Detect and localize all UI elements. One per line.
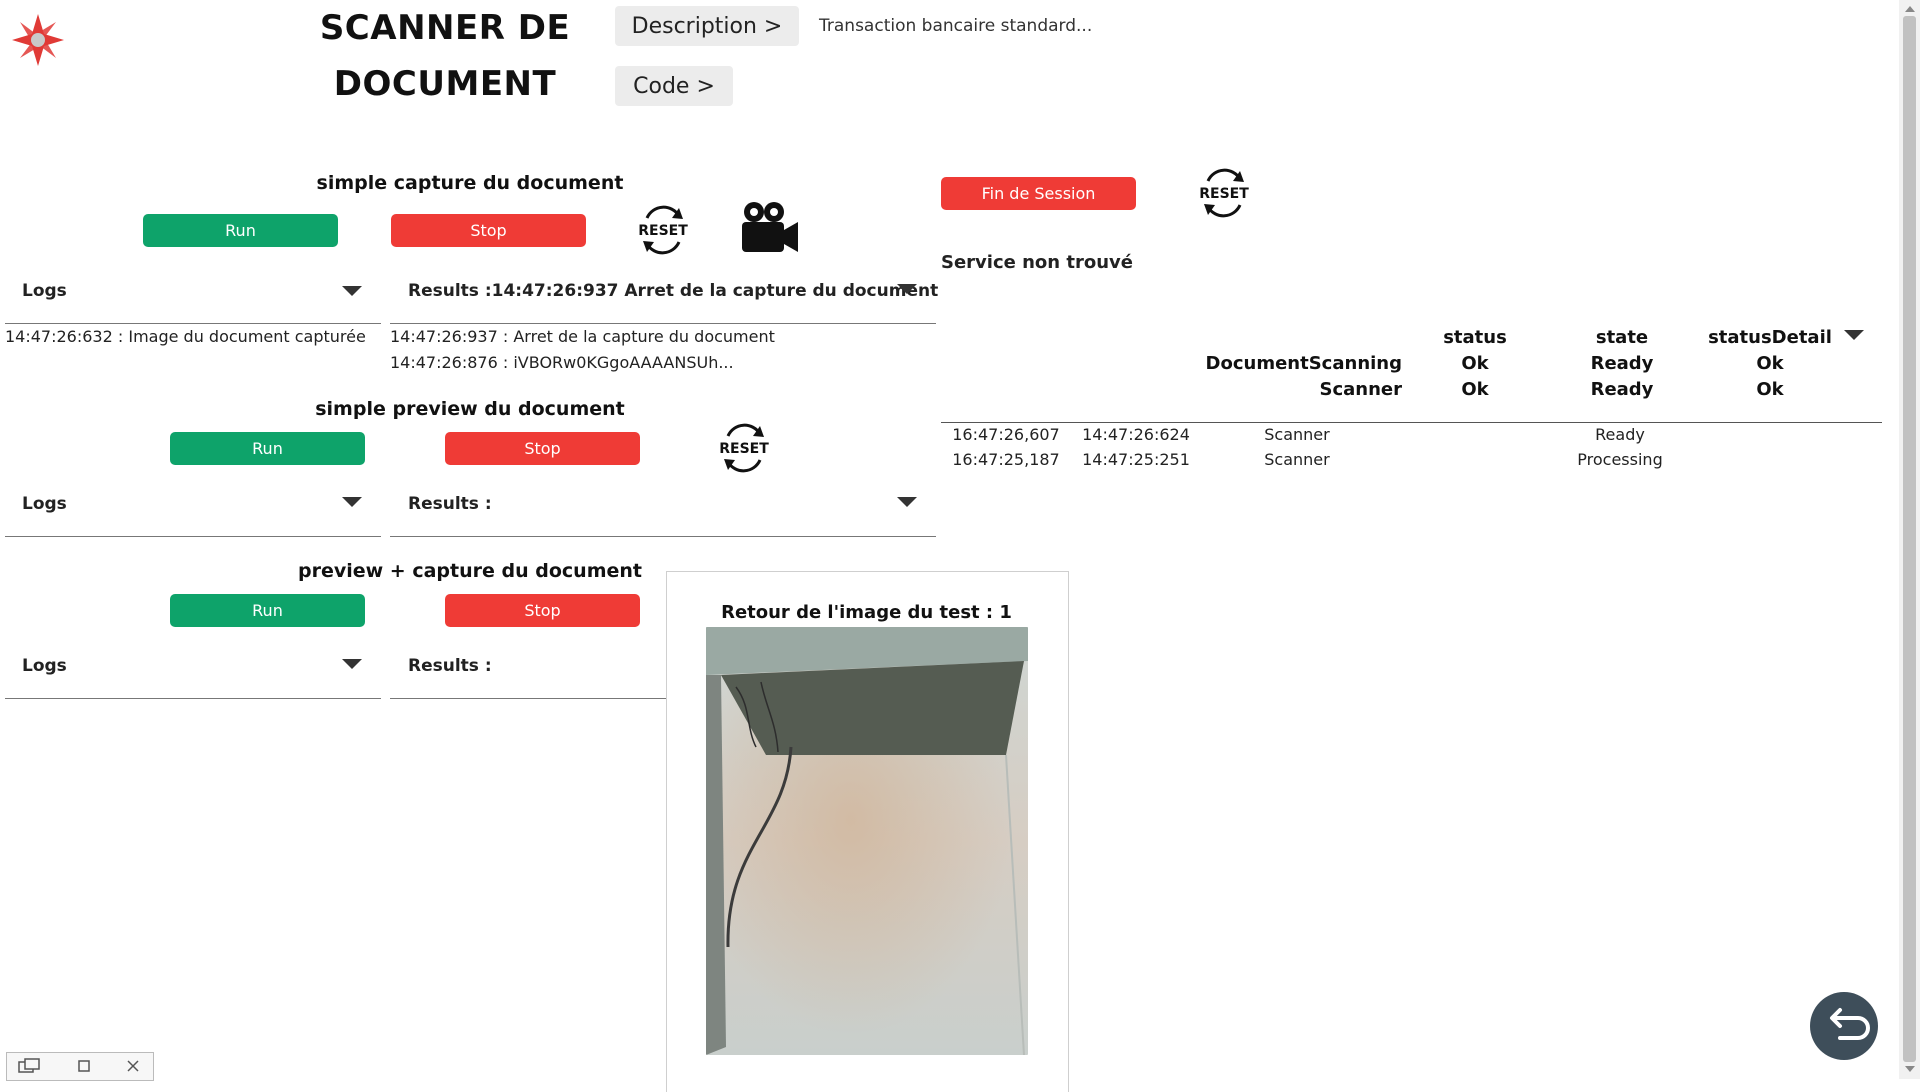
table-cell-detail: Ok bbox=[1756, 379, 1784, 400]
logs-dropdown-preview[interactable]: Logs bbox=[22, 494, 67, 514]
reset-icon: RESET bbox=[1199, 168, 1249, 218]
minimized-window-bar[interactable] bbox=[6, 1052, 154, 1081]
table-cell-detail: Ok bbox=[1756, 353, 1784, 374]
divider bbox=[390, 698, 666, 699]
caret-down-icon[interactable] bbox=[342, 659, 362, 669]
event-time-1: 16:47:26,607 bbox=[952, 425, 1060, 444]
video-camera-button[interactable] bbox=[738, 200, 802, 256]
app-logo bbox=[12, 14, 64, 66]
section-title-capture: simple capture du document bbox=[316, 172, 624, 194]
reset-button-capture[interactable]: RESET bbox=[635, 202, 691, 258]
run-button-capture[interactable]: Run bbox=[143, 214, 338, 247]
caret-down-icon[interactable] bbox=[897, 284, 917, 294]
log-line: 14:47:26:632 : Image du document capturé… bbox=[5, 327, 366, 346]
image-panel-title: Retour de l'image du test : 1 bbox=[721, 602, 1012, 623]
reset-button-session[interactable]: RESET bbox=[1196, 165, 1252, 221]
description-button[interactable]: Description > bbox=[615, 6, 799, 46]
table-cell-state: Ready bbox=[1590, 379, 1654, 400]
maximize-icon bbox=[78, 1060, 90, 1072]
stop-button-preview-capture[interactable]: Stop bbox=[445, 594, 640, 627]
description-text: Transaction bancaire standard... bbox=[819, 16, 1093, 36]
run-button-preview[interactable]: Run bbox=[170, 432, 365, 465]
divider bbox=[5, 536, 381, 537]
run-button-preview-capture[interactable]: Run bbox=[170, 594, 365, 627]
caret-down-icon[interactable] bbox=[897, 497, 917, 507]
table-cell-state: Ready bbox=[1590, 353, 1654, 374]
table-row-name: Scanner bbox=[1319, 379, 1403, 400]
video-camera-icon bbox=[742, 202, 798, 252]
code-button[interactable]: Code > bbox=[615, 66, 733, 106]
stop-button-capture[interactable]: Stop bbox=[391, 214, 586, 247]
event-state: Processing bbox=[1577, 450, 1663, 469]
vertical-scrollbar[interactable] bbox=[1899, 0, 1920, 1079]
reset-icon: RESET bbox=[638, 205, 688, 255]
section-title-preview-capture: preview + capture du document bbox=[298, 560, 642, 582]
divider bbox=[390, 536, 936, 537]
col-header-status-detail: statusDetail bbox=[1708, 327, 1832, 348]
end-session-button[interactable]: Fin de Session bbox=[941, 177, 1136, 210]
page-title-line2: DOCUMENT bbox=[333, 64, 557, 104]
caret-down-icon[interactable] bbox=[342, 286, 362, 296]
scrollbar-thumb[interactable] bbox=[1903, 16, 1916, 1062]
event-device: Scanner bbox=[1264, 450, 1330, 469]
back-button[interactable] bbox=[1810, 992, 1878, 1060]
results-dropdown-preview[interactable]: Results : bbox=[408, 494, 492, 514]
reset-icon: RESET bbox=[719, 423, 769, 473]
scroll-up-icon[interactable] bbox=[1905, 6, 1915, 12]
event-device: Scanner bbox=[1264, 425, 1330, 444]
reset-button-preview[interactable]: RESET bbox=[716, 420, 772, 476]
star-logo-icon bbox=[12, 14, 64, 66]
scroll-down-icon[interactable] bbox=[1905, 1066, 1915, 1072]
table-cell-status: Ok bbox=[1461, 379, 1489, 400]
result-line: 14:47:26:876 : iVBORw0KGgoAAAANSUh... bbox=[390, 353, 734, 372]
divider bbox=[5, 698, 381, 699]
event-time-2: 14:47:26:624 bbox=[1082, 425, 1190, 444]
caret-down-icon[interactable] bbox=[342, 497, 362, 507]
col-header-status: status bbox=[1443, 327, 1507, 348]
logs-dropdown-capture[interactable]: Logs bbox=[22, 281, 67, 301]
service-status: Service non trouvé bbox=[941, 252, 1133, 273]
logs-dropdown-preview-capture[interactable]: Logs bbox=[22, 656, 67, 676]
divider bbox=[941, 422, 1882, 423]
results-dropdown-preview-capture[interactable]: Results : bbox=[408, 656, 492, 676]
back-arrow-icon bbox=[1830, 1008, 1870, 1040]
result-line: 14:47:26:937 : Arret de la capture du do… bbox=[390, 327, 775, 346]
captured-document-image bbox=[706, 627, 1028, 1055]
page-title-line1: SCANNER DE bbox=[319, 8, 571, 48]
reset-label: RESET bbox=[1199, 186, 1249, 202]
event-time-1: 16:47:25,187 bbox=[952, 450, 1060, 469]
table-row-name: DocumentScanning bbox=[1205, 353, 1402, 374]
table-cell-status: Ok bbox=[1461, 353, 1489, 374]
results-dropdown-capture[interactable]: Results :14:47:26:937 Arret de la captur… bbox=[408, 281, 938, 301]
caret-down-icon[interactable] bbox=[1844, 330, 1864, 340]
col-header-state: state bbox=[1595, 327, 1649, 348]
section-title-preview: simple preview du document bbox=[315, 398, 625, 420]
stop-button-preview[interactable]: Stop bbox=[445, 432, 640, 465]
reset-label: RESET bbox=[638, 223, 688, 239]
reset-label: RESET bbox=[719, 441, 769, 457]
page-title: SCANNER DE DOCUMENT bbox=[300, 0, 590, 112]
event-state: Ready bbox=[1595, 425, 1645, 444]
event-time-2: 14:47:25:251 bbox=[1082, 450, 1190, 469]
